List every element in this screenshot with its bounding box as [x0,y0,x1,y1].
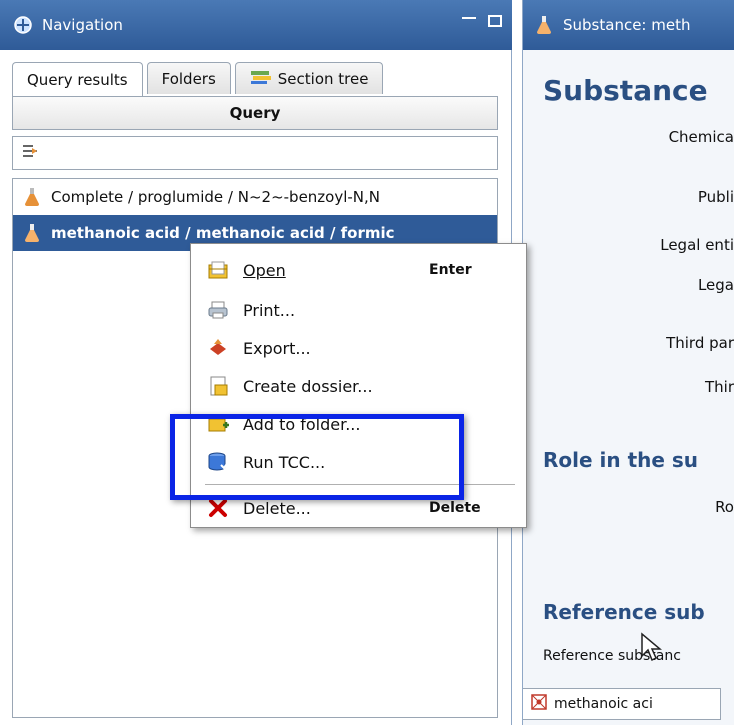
molecule-icon [530,693,548,715]
filter-bar[interactable] [12,136,498,170]
substance-panel: Substance: meth Substance Chemica Publi … [522,0,734,725]
menu-item-export[interactable]: Export... [191,330,526,366]
substance-titlebar: Substance: meth [523,0,734,50]
section-tree-icon [250,69,272,89]
menu-item-shortcut: Enter [429,262,472,278]
navigation-titlebar: Navigation [0,0,512,50]
dossier-icon [205,373,231,399]
mouse-cursor-icon [640,632,663,666]
substance-title: Substance: meth [563,16,691,34]
open-icon [205,257,231,283]
printer-icon [205,297,231,323]
navigation-icon [12,14,34,36]
menu-item-print[interactable]: Print... [191,292,526,328]
menu-item-label: Export... [243,338,311,358]
menu-item-shortcut: Delete [429,500,481,516]
menu-item-label: Delete... [243,498,311,518]
navigation-tabs: Query results Folders Section tree [12,62,387,96]
field-label: Publi [697,188,734,206]
minimize-icon[interactable] [462,17,476,25]
tab-label: Section tree [277,69,369,88]
menu-item-label: Create dossier... [243,376,373,396]
field-label: Third par [666,334,734,352]
flask-icon [21,187,43,207]
filter-arrow-icon[interactable] [21,142,39,164]
field-label: Ro [715,498,734,516]
navigation-title: Navigation [42,16,123,34]
reference-heading: Reference sub [543,600,705,624]
role-heading: Role in the su [543,448,699,472]
menu-item-create-dossier[interactable]: Create dossier... [191,368,526,404]
field-label: Lega [697,276,734,294]
field-label: Legal enti [660,236,734,254]
tab-label: Folders [161,69,216,88]
list-item[interactable]: Complete / proglumide / N~2~-benzoyl-N,N [13,179,497,215]
flask-icon [533,14,555,36]
tab-folders[interactable]: Folders [146,62,231,94]
highlight-box [170,414,464,500]
field-label: Chemica [668,128,734,146]
tab-label: Query results [27,70,128,89]
field-label: Thir [704,378,734,396]
substance-heading: Substance [543,74,708,107]
tab-section-tree[interactable]: Section tree [234,62,384,94]
reference-value: methanoic aci [554,696,653,712]
query-button[interactable]: Query [12,96,498,130]
list-item-label: methanoic acid / methanoic acid / formic [51,224,395,242]
list-item-label: Complete / proglumide / N~2~-benzoyl-N,N [51,188,381,206]
tab-query-results[interactable]: Query results [12,62,143,96]
reference-substance-field[interactable]: methanoic aci [523,688,721,720]
menu-item-open[interactable]: Open Enter [191,252,526,288]
export-icon [205,335,231,361]
flask-icon [21,223,43,243]
menu-item-label: Open [243,260,286,280]
menu-item-label: Print... [243,300,296,320]
maximize-icon[interactable] [488,15,502,27]
query-button-label: Query [229,104,281,122]
